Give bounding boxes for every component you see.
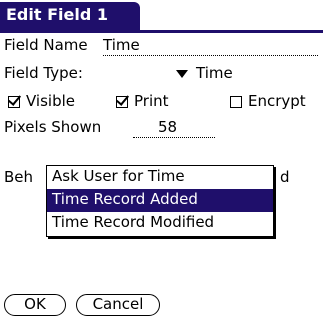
ok-button[interactable]: OK — [4, 294, 66, 316]
field-name-row: Field Name Time — [4, 36, 318, 60]
window-title: Edit Field 1 — [0, 2, 140, 32]
field-type-value: Time — [196, 64, 233, 82]
options-row: Visible Print Encrypt — [4, 92, 323, 116]
pixels-shown-label: Pixels Shown — [4, 118, 102, 136]
popup-list[interactable]: Ask User for Time Time Record Added Time… — [46, 165, 274, 237]
visible-label: Visible — [26, 92, 75, 110]
field-type-label: Field Type: — [4, 64, 83, 82]
print-checkbox[interactable]: Print — [116, 92, 169, 110]
field-name-value: Time — [103, 36, 140, 54]
field-type-row: Field Type: Time — [4, 64, 323, 88]
checkbox-unchecked-icon — [230, 95, 242, 108]
print-label: Print — [134, 92, 169, 110]
encrypt-label: Encrypt — [248, 92, 306, 110]
title-underline — [0, 30, 323, 33]
behavior-label: Beh — [4, 168, 34, 186]
popup-item-ask-user[interactable]: Ask User for Time — [47, 166, 273, 189]
checkbox-checked-icon — [116, 95, 128, 108]
visible-checkbox[interactable]: Visible — [8, 92, 75, 110]
cancel-button[interactable]: Cancel — [76, 294, 160, 316]
pixels-shown-value: 58 — [158, 118, 178, 136]
behavior-value-fragment: d — [280, 168, 290, 186]
encrypt-checkbox[interactable]: Encrypt — [230, 92, 306, 110]
pixels-shown-row: Pixels Shown 58 — [4, 118, 323, 142]
field-name-input[interactable]: Time — [103, 36, 318, 56]
pixels-shown-input[interactable]: 58 — [133, 118, 215, 138]
popup-item-record-modified[interactable]: Time Record Modified — [47, 212, 273, 235]
chevron-down-icon — [176, 69, 188, 78]
field-type-dropdown[interactable]: Time — [176, 64, 233, 82]
popup-item-record-added[interactable]: Time Record Added — [47, 189, 273, 212]
title-bar: Edit Field 1 — [0, 2, 323, 33]
field-name-label: Field Name — [4, 36, 88, 54]
checkbox-checked-icon — [8, 95, 20, 108]
